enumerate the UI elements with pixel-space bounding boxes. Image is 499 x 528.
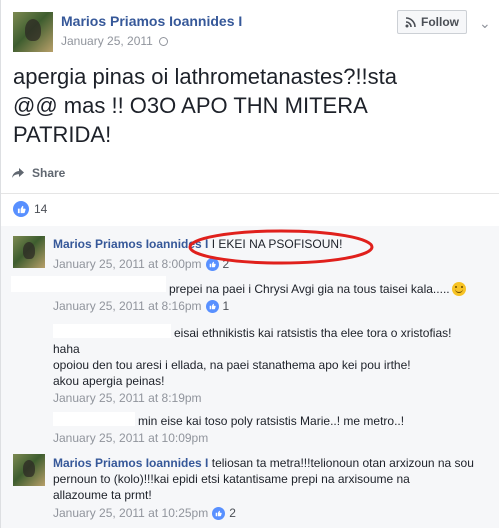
comment-date[interactable]: January 25, 2011 at 8:16pm [53, 299, 202, 313]
comment-date[interactable]: January 25, 2011 at 8:19pm [53, 391, 202, 405]
comment-text: allazoume ta prmt! [53, 488, 152, 502]
redacted-commenter [11, 276, 166, 292]
author-avatar[interactable] [13, 12, 53, 52]
comment-author[interactable]: Marios Priamos Ioannides I [53, 456, 208, 470]
post-text: apergia pinas oi lathrometanastes?!!sta … [13, 62, 483, 149]
commenter-avatar[interactable] [13, 454, 45, 486]
redacted-commenter [53, 412, 135, 426]
divider [1, 193, 499, 194]
comment-body: prepei na paei i Chrysi Avgi gia na tous… [169, 282, 450, 296]
reaction-count: 2 [229, 506, 236, 520]
more-options-icon[interactable]: ⌄ [479, 15, 491, 32]
comment-date[interactable]: January 25, 2011 at 8:00pm [53, 257, 202, 271]
smiley-emoji-icon [451, 282, 466, 296]
post-timestamp[interactable]: January 25, 2011 [61, 34, 168, 48]
share-icon [12, 168, 24, 178]
reaction-count: 1 [222, 299, 230, 313]
comment-meta: January 25, 2011 at 8:19pm [53, 391, 202, 405]
red-annotation-ellipse [188, 229, 374, 265]
commenter-avatar[interactable] [13, 236, 45, 268]
facebook-post-card: Marios Priamos Ioannides I January 25, 2… [0, 0, 499, 528]
rss-icon [405, 16, 416, 27]
comment-date[interactable]: January 25, 2011 at 10:09pm [53, 431, 208, 445]
post-text-line: @@ mas !! O3O APO THN MITERA [13, 93, 368, 118]
comment-text: eisai ethnikistis kai ratsistis tha elee… [174, 326, 452, 340]
like-reaction-icon [13, 201, 29, 217]
comment-text: opoiou den tou aresi i ellada, na paei s… [53, 358, 411, 372]
like-reaction-icon [212, 506, 226, 520]
post-date-text[interactable]: January 25, 2011 [61, 34, 153, 48]
likes-summary[interactable]: 14 [13, 201, 47, 217]
share-button[interactable]: Share [11, 166, 65, 180]
follow-label: Follow [421, 15, 459, 29]
comment-text: haha [53, 342, 80, 356]
comment-text: akou apergia peinas! [53, 374, 165, 388]
comment-author[interactable]: Marios Priamos Ioannides I [53, 237, 208, 251]
post-text-line: PATRIDA! [13, 122, 112, 147]
comment-meta: January 25, 2011 at 10:09pm [53, 431, 208, 445]
comment-body: teliosan ta metra!!!telionoun otan arxiz… [211, 456, 474, 470]
comment-text: pernoun to (kolo)!!!kai epidi etsi katan… [53, 472, 410, 486]
share-label: Share [32, 166, 66, 180]
comment-text: prepei na paei i Chrysi Avgi gia na tous… [169, 281, 466, 297]
like-count: 14 [34, 202, 48, 216]
comment-text: Marios Priamos Ioannides I teliosan ta m… [53, 455, 474, 471]
follow-button[interactable]: Follow [397, 10, 467, 34]
comment-text: min eise kai toso poly ratsistis Marie..… [138, 414, 405, 428]
comment-date[interactable]: January 25, 2011 at 10:25pm [53, 506, 208, 520]
comment-meta: January 25, 2011 at 8:16pm 1 [53, 299, 229, 313]
post-author-name[interactable]: Marios Priamos Ioannides I [61, 13, 242, 29]
globe-icon [158, 37, 168, 46]
comment-meta: January 25, 2011 at 10:25pm 2 [53, 506, 236, 520]
redacted-commenter [53, 324, 171, 338]
like-reaction-icon [205, 299, 219, 313]
post-text-line: apergia pinas oi lathrometanastes?!!sta [13, 64, 398, 89]
